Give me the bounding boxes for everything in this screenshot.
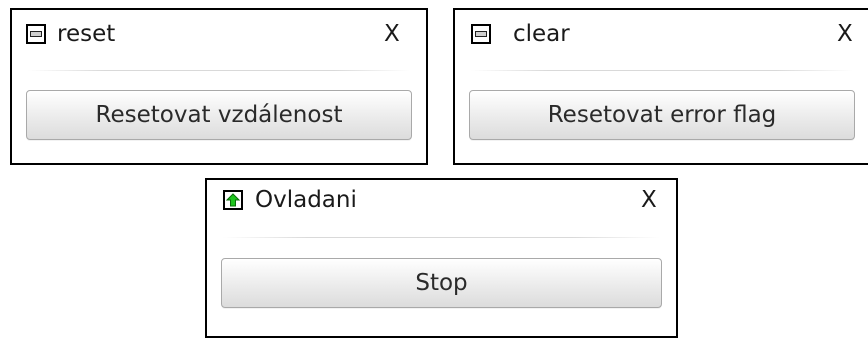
ovladani-panel-header: Ovladani X [207, 180, 676, 236]
clear-panel-divider [471, 70, 853, 71]
stop-button[interactable]: Stop [221, 258, 662, 308]
ovladani-panel-close-button[interactable]: X [641, 185, 657, 215]
clear-panel-title: clear [513, 21, 570, 47]
clear-panel-header: clear X [455, 10, 868, 66]
clear-panel: clear X Resetovat error flag [453, 8, 868, 165]
ovladani-panel: Ovladani X Stop [205, 178, 678, 338]
reset-panel-header: reset X [12, 10, 426, 66]
slider-icon [26, 24, 46, 44]
ovladani-panel-title: Ovladani [255, 187, 357, 213]
green-up-arrow-icon [223, 190, 243, 210]
reset-panel-divider [28, 70, 410, 71]
ovladani-panel-divider [223, 237, 660, 238]
reset-panel-title: reset [57, 21, 116, 47]
clear-panel-close-button[interactable]: X [837, 19, 853, 49]
reset-distance-button[interactable]: Resetovat vzdálenost [26, 90, 412, 140]
reset-panel-close-button[interactable]: X [384, 19, 400, 49]
slider-icon [471, 24, 491, 44]
reset-error-flag-button[interactable]: Resetovat error flag [469, 90, 855, 140]
reset-panel: reset X Resetovat vzdálenost [10, 8, 428, 165]
